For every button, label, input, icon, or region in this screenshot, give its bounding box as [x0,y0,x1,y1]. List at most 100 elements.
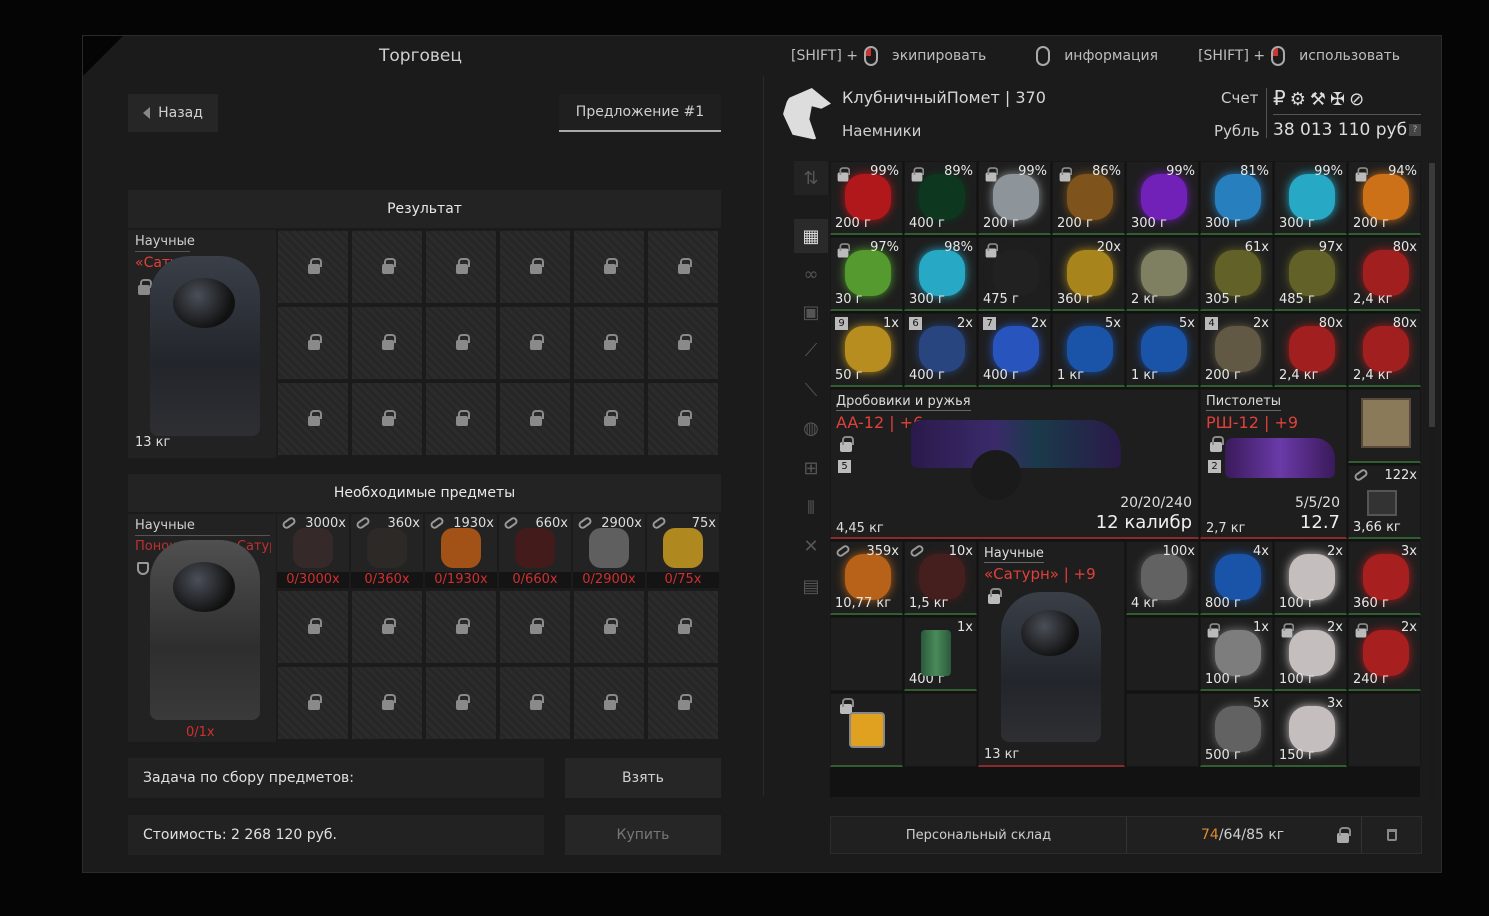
inventory-item[interactable]: 81% 300 г [1200,161,1273,235]
map-item[interactable] [1348,389,1421,463]
inventory-item[interactable]: 2 кг [1126,237,1199,311]
required-resource-slot[interactable]: 360x 0/360x [351,514,423,588]
inventory-item[interactable]: 6 2x 400 г [904,313,977,387]
item-quantity: 122x [1384,468,1417,483]
knife-filter-icon[interactable]: ⟍ [794,373,828,407]
inventory-item[interactable]: 99% 300 г [1126,161,1199,235]
required-resource-slot[interactable]: 2900x 0/2900x [573,514,645,588]
inventory-item[interactable]: 475 г [978,237,1051,311]
back-button[interactable]: Назад [128,94,218,132]
inventory-item[interactable]: 1x 400 г [904,617,977,691]
tool-icon[interactable]: ✠ [1330,89,1349,110]
inventory-item[interactable]: 80x 2,4 кг [1274,313,1347,387]
required-resource-slot[interactable]: 1930x 0/1930x [425,514,497,588]
empty-slot[interactable] [1348,693,1421,767]
inventory-item[interactable]: 20x 360 г [1052,237,1125,311]
ruble-icon[interactable]: ₽ [1273,86,1290,110]
empty-slot[interactable] [830,617,903,691]
inventory-item[interactable]: 3x 150 г [1274,693,1347,767]
armor-filter-icon[interactable]: ▣ [794,295,828,329]
lock-icon [456,410,470,426]
inventory-scrollbar[interactable] [1428,161,1436,797]
inventory-item[interactable]: 5x 500 г [1200,693,1273,767]
trash-button[interactable] [1361,817,1421,853]
inventory-item[interactable]: 89% 400 г [904,161,977,235]
offer-tab-label: Предложение #1 [575,104,705,120]
task-label: Задача по сбору предметов: [143,770,354,786]
hammer-icon[interactable]: ⚒ [1310,89,1330,110]
coin-icon[interactable]: ⊘ [1349,89,1368,110]
inventory-item[interactable]: 2x 100 г [1274,617,1347,691]
inventory-item[interactable]: 99% 200 г [978,161,1051,235]
inventory-item[interactable]: 7 2x 400 г [978,313,1051,387]
tab-offer-1[interactable]: Предложение #1 [559,94,721,132]
inventory-item[interactable]: 5x 1 кг [1126,313,1199,387]
inventory-item[interactable]: 3x 360 г [1348,541,1421,615]
item-weight: 2,4 кг [1353,368,1393,383]
item-weight: 200 г [835,216,871,231]
inventory-item[interactable]: 86% 200 г [1052,161,1125,235]
weight-lock-icon[interactable] [1331,823,1355,847]
item-quantity: 2x [1327,620,1343,635]
inventory-item[interactable]: 97% 30 г [830,237,903,311]
box-filter-icon[interactable]: ▤ [794,569,828,603]
inventory-item[interactable]: 122x 3,66 кг [1348,465,1421,539]
inventory-item[interactable]: 99% 300 г [1274,161,1347,235]
inventory-item[interactable]: 9 1x 50 г [830,313,903,387]
lock-icon [308,258,322,274]
inventory-item[interactable]: 359x 10,77 кг [830,541,903,615]
inventory-item[interactable]: 80x 2,4 кг [1348,237,1421,311]
grid-icon[interactable]: ▦ [794,219,828,253]
weapon-rsh12[interactable]: Пистолеты РШ-12 | +9 2 5/5/20 12.7 2,7 кг [1200,389,1347,539]
artifact-filter-icon[interactable]: ◍ [794,411,828,445]
required-item-card[interactable]: Научные Поношенный «Сатур.. 0/1x [128,514,276,742]
item-quantity: 99% [1166,164,1195,179]
inventory-item[interactable]: 94% 200 г [1348,161,1421,235]
tools-filter-icon[interactable]: ✕ [794,529,828,563]
chain-filter-icon[interactable]: ∞ [794,257,828,291]
rifle-filter-icon[interactable]: ⟋ [794,333,828,367]
inventory-item[interactable]: 1x 100 г [1200,617,1273,691]
inventory-item[interactable]: 4x 800 г [1200,541,1273,615]
inventory-item[interactable]: 98% 300 г [904,237,977,311]
gear-icon[interactable]: ⚙ [1290,89,1310,110]
ammo-filter-icon[interactable]: ⦀ [794,491,828,525]
required-resource-slot[interactable]: 75x 0/75x [647,514,719,588]
can-image [921,630,951,676]
inventory-item[interactable]: 10x 1,5 кг [904,541,977,615]
lock-icon [985,167,999,182]
inventory-item[interactable]: 99% 200 г [830,161,903,235]
weapon-aa12[interactable]: Дробовики и ружья AA-12 | +6 5 20/20/240 12 … [830,389,1199,539]
scrollbar-thumb[interactable] [1429,163,1435,427]
help-label: ? [1412,125,1418,135]
currency-icons[interactable]: ₽⚙⚒✠⊘ [1273,88,1368,109]
inventory-item[interactable]: 5x 1 кг [1052,313,1125,387]
result-item-card[interactable]: Научные «Сатурн» 13 кг [128,230,276,458]
inventory-item[interactable]: 61x 305 г [1200,237,1273,311]
inventory-item[interactable]: 80x 2,4 кг [1348,313,1421,387]
medkit-filter-icon[interactable]: ⊞ [794,451,828,485]
inventory-item[interactable]: 2x 100 г [1274,541,1347,615]
lock-icon [530,618,544,634]
hint-shift-2: [SHIFT] + [1198,48,1266,64]
inventory-item[interactable]: 4 2x 200 г [1200,313,1273,387]
personal-storage-button[interactable]: Персональный склад [831,817,1127,853]
required-item-category: Научные [135,519,270,536]
empty-slot[interactable] [904,693,977,767]
weapon-category: Пистолеты [1206,394,1282,411]
armor-saturn[interactable]: Научные «Сатурн» | +9 13 кг [978,541,1125,767]
inventory-item[interactable] [830,693,903,767]
required-resource-slot[interactable]: 3000x 0/3000x [277,514,349,588]
item-weight: 360 г [1353,596,1389,611]
buy-button[interactable]: Купить [565,815,721,855]
inventory-item[interactable]: 2x 240 г [1348,617,1421,691]
sort-icon[interactable]: ⇅ [794,161,828,195]
empty-slot[interactable] [1126,617,1199,691]
inventory-item[interactable]: 97x 485 г [1274,237,1347,311]
suit-visor [1021,610,1079,656]
balance-help-button[interactable]: ? [1409,124,1421,136]
inventory-item[interactable]: 100x 4 кг [1126,541,1199,615]
empty-slot[interactable] [1126,693,1199,767]
required-resource-slot[interactable]: 660x 0/660x [499,514,571,588]
take-button[interactable]: Взять [565,758,721,798]
